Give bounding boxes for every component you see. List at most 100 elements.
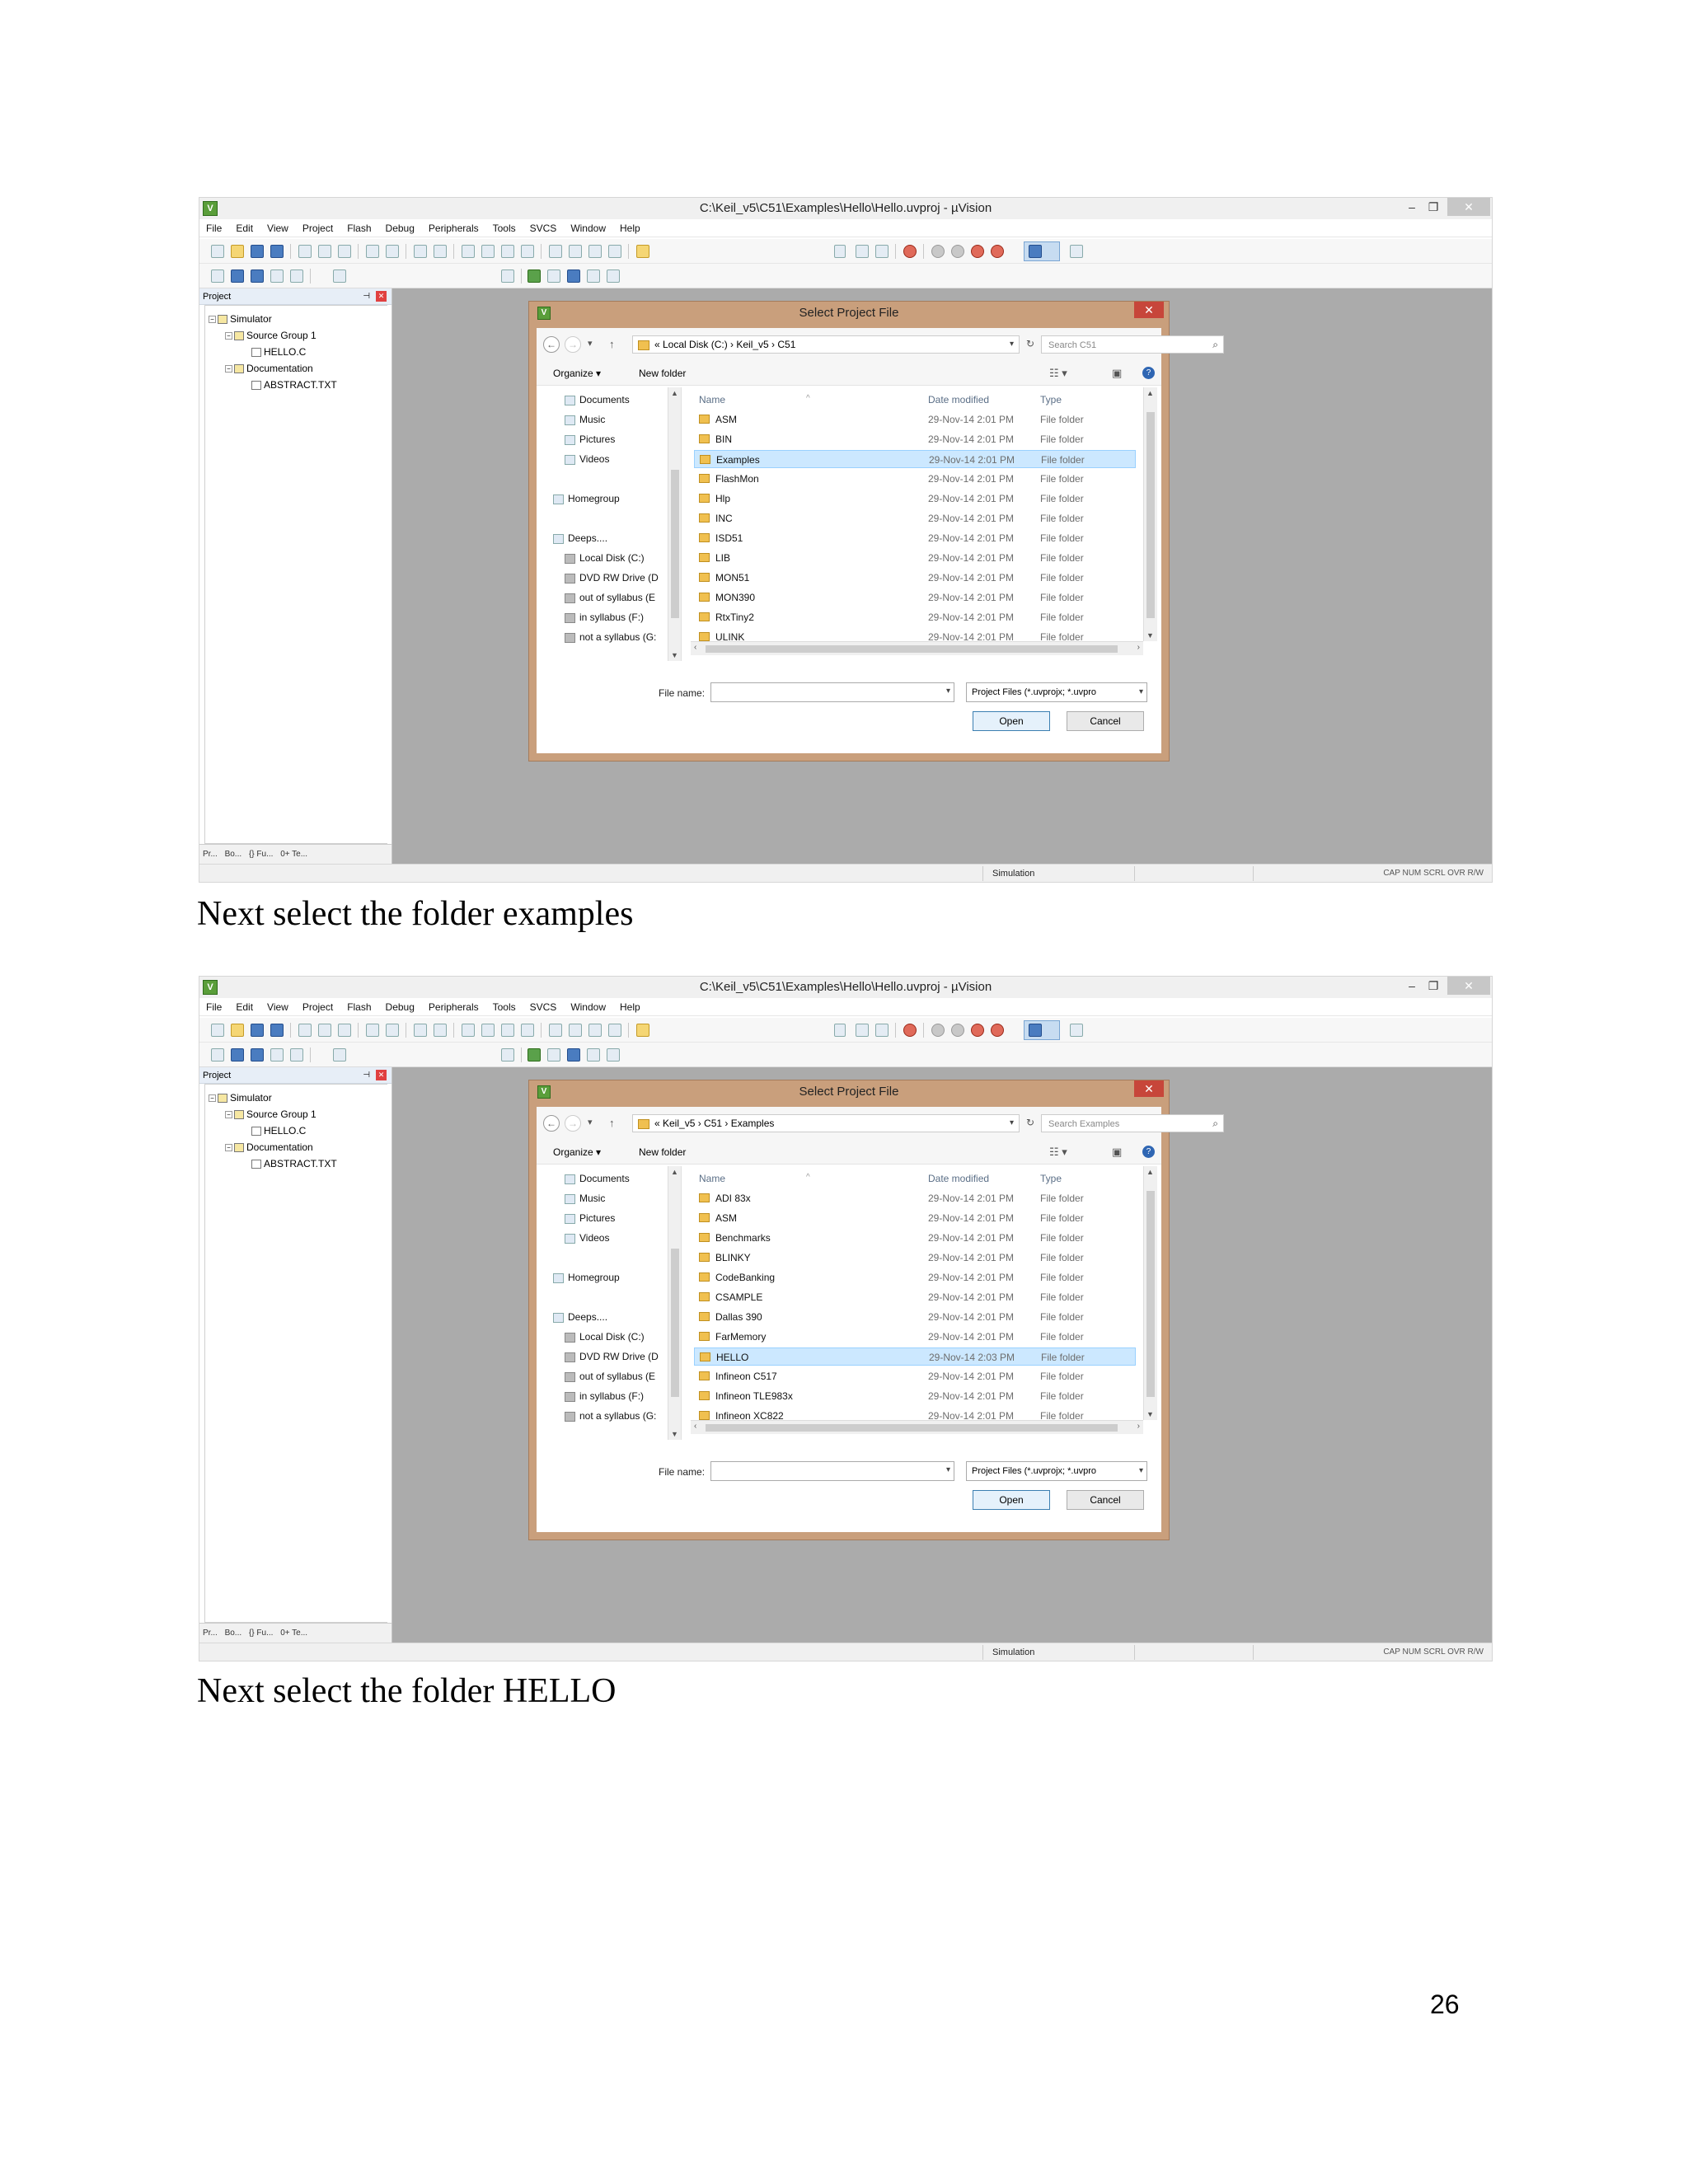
incremental-find-icon[interactable]	[875, 1024, 889, 1037]
column-type[interactable]: Type	[1040, 394, 1062, 405]
find-icon[interactable]	[856, 245, 869, 258]
preview-pane-icon[interactable]: ▣	[1112, 1146, 1122, 1159]
scroll-up-icon[interactable]: ▲	[671, 1168, 678, 1176]
tree-node-documentation[interactable]: − Documentation	[225, 1141, 313, 1154]
batch-build-icon[interactable]	[270, 1048, 284, 1062]
unindent-icon[interactable]	[569, 245, 582, 258]
menu-peripherals[interactable]: Peripherals	[429, 219, 479, 237]
chevron-down-icon[interactable]: ▾	[1138, 687, 1143, 698]
nav-item-this-pc[interactable]: Deeps....	[553, 1311, 607, 1323]
scroll-up-icon[interactable]: ▲	[1146, 389, 1154, 397]
disable-breakpoints-icon[interactable]	[971, 245, 984, 258]
bookmark-next-icon[interactable]	[501, 1024, 514, 1037]
restore-button[interactable]: ❐	[1424, 198, 1442, 216]
nav-item-homegroup[interactable]: Homegroup	[553, 1272, 620, 1283]
tree-node-file[interactable]: HELLO.C	[251, 1124, 306, 1137]
find-dropdown-icon[interactable]	[834, 245, 846, 258]
tab-templates[interactable]: 0+ Te...	[280, 1629, 307, 1638]
download-icon[interactable]	[333, 1048, 346, 1062]
search-icon[interactable]: ⌕	[1212, 339, 1218, 350]
scroll-thumb[interactable]	[1146, 412, 1155, 618]
rebuild-icon[interactable]	[251, 269, 264, 283]
incremental-find-icon[interactable]	[875, 245, 889, 258]
file-row[interactable]: Infineon C517 29-Nov-14 2:01 PM File folde…	[694, 1367, 1136, 1385]
file-row[interactable]: FlashMon 29-Nov-14 2:01 PM File folder	[694, 470, 1136, 488]
scroll-left-icon[interactable]: ‹	[694, 643, 696, 652]
column-type[interactable]: Type	[1040, 1173, 1062, 1184]
undo-icon[interactable]	[366, 1024, 379, 1037]
refresh-icon[interactable]: ↻	[1026, 338, 1034, 349]
up-arrow-icon[interactable]: ↑	[609, 338, 615, 350]
unindent-icon[interactable]	[569, 1024, 582, 1037]
tab-project[interactable]: Pr...	[203, 1629, 218, 1638]
select-packs-icon[interactable]	[567, 1048, 580, 1062]
redo-icon[interactable]	[386, 245, 399, 258]
download-icon[interactable]	[333, 269, 346, 283]
tab-books[interactable]: Bo...	[225, 850, 242, 859]
bookmark-icon[interactable]	[462, 1024, 475, 1037]
nav-item-documents[interactable]: Documents	[565, 394, 630, 405]
scroll-thumb[interactable]	[671, 470, 679, 618]
paste-icon[interactable]	[338, 245, 351, 258]
nav-item-pictures[interactable]: Pictures	[565, 434, 615, 445]
file-row[interactable]: LIB 29-Nov-14 2:01 PM File folder	[694, 549, 1136, 567]
tree-node-file[interactable]: HELLO.C	[251, 345, 306, 359]
panel-close-icon[interactable]: ✕	[376, 1070, 387, 1080]
file-name-input[interactable]: ▾	[710, 1461, 954, 1481]
manage-components-icon[interactable]	[607, 1048, 620, 1062]
minimize-button[interactable]: –	[1403, 198, 1421, 216]
refresh-icon[interactable]: ↻	[1026, 1117, 1034, 1128]
help-icon[interactable]: ?	[1142, 367, 1155, 379]
nav-item-videos[interactable]: Videos	[565, 453, 609, 465]
new-file-icon[interactable]	[211, 245, 224, 258]
back-arrow-icon[interactable]: ←	[543, 336, 560, 353]
nav-item-music[interactable]: Music	[565, 1193, 605, 1204]
tab-project[interactable]: Pr...	[203, 850, 218, 859]
menu-edit[interactable]: Edit	[236, 998, 253, 1015]
collapse-icon[interactable]: −	[225, 365, 232, 373]
menu-view[interactable]: View	[267, 219, 288, 237]
enable-breakpoint-icon[interactable]	[951, 245, 964, 258]
up-arrow-icon[interactable]: ↑	[609, 1117, 615, 1129]
menu-tools[interactable]: Tools	[493, 219, 516, 237]
file-extensions-icon[interactable]	[528, 1048, 541, 1062]
nav-item-local-disk[interactable]: Local Disk (C:)	[565, 1331, 645, 1343]
target-options-icon[interactable]	[501, 1048, 514, 1062]
recent-locations-chevron-icon[interactable]: ▾	[588, 338, 593, 349]
forward-arrow-icon[interactable]: →	[565, 336, 581, 353]
scroll-thumb[interactable]	[671, 1249, 679, 1397]
new-folder-button[interactable]: New folder	[639, 1146, 686, 1158]
chevron-down-icon[interactable]: ▾	[946, 1465, 950, 1474]
scroll-left-icon[interactable]: ‹	[694, 1422, 696, 1431]
open-button[interactable]: Open	[973, 711, 1050, 731]
scroll-up-icon[interactable]: ▲	[1146, 1168, 1154, 1176]
tab-templates[interactable]: 0+ Te...	[280, 850, 307, 859]
collapse-icon[interactable]: −	[225, 1111, 232, 1119]
menu-svcs[interactable]: SVCS	[530, 998, 557, 1015]
new-folder-button[interactable]: New folder	[639, 368, 686, 379]
pack-installer-icon[interactable]	[587, 269, 600, 283]
file-row[interactable]: ASM 29-Nov-14 2:01 PM File folder	[694, 1209, 1136, 1227]
search-input[interactable]: Search Examples ⌕	[1041, 1114, 1224, 1132]
column-date-modified[interactable]: Date modified	[928, 1173, 989, 1184]
preview-pane-icon[interactable]: ▣	[1112, 367, 1122, 380]
file-row[interactable]: CodeBanking 29-Nov-14 2:01 PM File folder	[694, 1268, 1136, 1286]
tree-node-source-group[interactable]: − Source Group 1	[225, 329, 316, 342]
scroll-thumb[interactable]	[706, 1424, 1118, 1432]
tree-node-target[interactable]: − Simulator	[209, 1091, 272, 1104]
tree-node-file[interactable]: ABSTRACT.TXT	[251, 1157, 337, 1170]
file-list-vertical-scrollbar[interactable]: ▲ ▼	[1143, 387, 1157, 641]
nav-item-local-disk[interactable]: Local Disk (C:)	[565, 552, 645, 564]
menu-help[interactable]: Help	[620, 998, 640, 1015]
menu-view[interactable]: View	[267, 998, 288, 1015]
breadcrumb[interactable]: « Local Disk (C:) › Keil_v5 › C51 ▾	[632, 335, 1020, 354]
scroll-down-icon[interactable]: ▼	[1146, 631, 1154, 640]
column-name[interactable]: Name	[699, 1173, 725, 1184]
tree-node-source-group[interactable]: − Source Group 1	[225, 1108, 316, 1121]
file-row[interactable]: Dallas 390 29-Nov-14 2:01 PM File folder	[694, 1308, 1136, 1326]
minimize-button[interactable]: –	[1403, 977, 1421, 995]
build-icon[interactable]	[231, 269, 244, 283]
bookmark-clear-icon[interactable]	[521, 245, 534, 258]
find-in-files-icon[interactable]	[636, 1024, 649, 1037]
tree-node-documentation[interactable]: − Documentation	[225, 362, 313, 375]
